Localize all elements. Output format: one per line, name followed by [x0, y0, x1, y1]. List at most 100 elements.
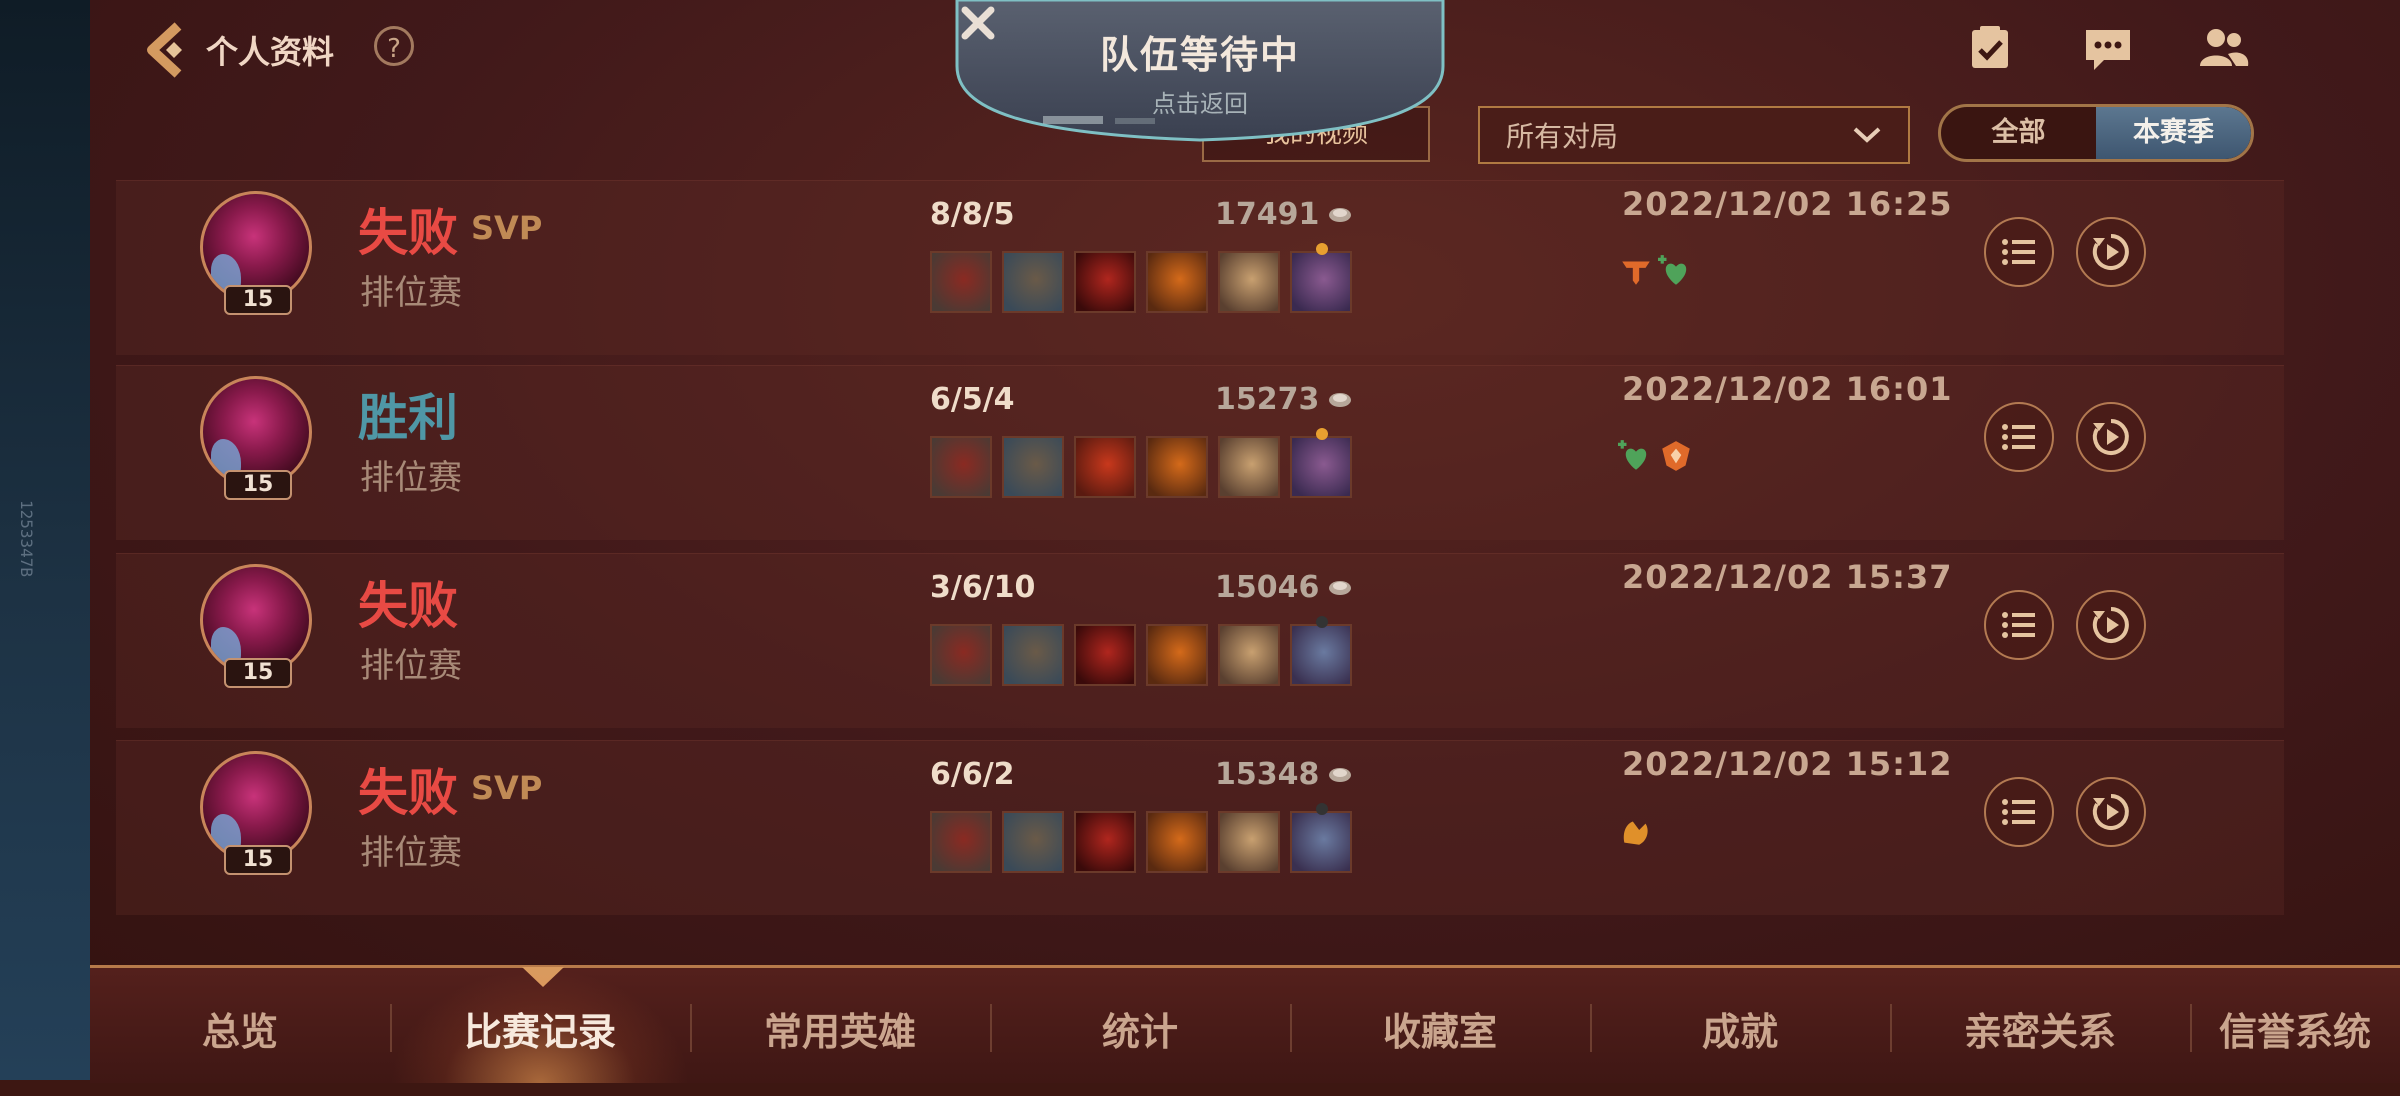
- legendary-marker-icon: [1316, 616, 1328, 628]
- equipment-item-icon[interactable]: [1146, 811, 1208, 873]
- equipment-item-icon[interactable]: [1218, 624, 1280, 686]
- bottom-nav: 总览 比赛记录 常用英雄 统计 收藏室 成就 亲密关系 信誉系统: [90, 965, 2400, 1083]
- legendary-marker-icon: [1316, 428, 1328, 440]
- match-time: 2022/12/02 15:37: [1622, 558, 1953, 596]
- replay-icon: [2092, 794, 2129, 830]
- list-icon: [2002, 239, 2035, 265]
- gold-amount: 15046: [1215, 570, 1353, 605]
- gold-value: 15348: [1215, 757, 1320, 792]
- list-icon: [2002, 424, 2035, 450]
- equipment-item-icon[interactable]: [930, 251, 992, 313]
- match-detail-button[interactable]: [1984, 590, 2054, 660]
- badge-list: [1618, 253, 1694, 289]
- heal-badge-icon: [1658, 255, 1687, 285]
- match-mode: 排位赛: [360, 833, 462, 873]
- friends-icon[interactable]: [2198, 22, 2250, 74]
- equipment-item-icon[interactable]: [1146, 436, 1208, 498]
- coin-icon: [1329, 767, 1352, 782]
- equipment-item-icon[interactable]: [1002, 811, 1064, 873]
- chat-icon[interactable]: [2082, 22, 2134, 74]
- svp-badge: SVP: [471, 209, 543, 247]
- tab-collection[interactable]: 收藏室: [1290, 968, 1590, 1083]
- equipment-item-icon[interactable]: [1002, 436, 1064, 498]
- match-detail-button[interactable]: [1984, 402, 2054, 472]
- kda-text: 6/5/4: [930, 382, 1015, 417]
- equipment-item-icon[interactable]: [1002, 624, 1064, 686]
- segment-all[interactable]: 全部: [1941, 107, 2096, 159]
- back-arrow-icon: [147, 22, 182, 78]
- equipment-item-icon[interactable]: [1002, 251, 1064, 313]
- equipment-item-icon[interactable]: [1146, 624, 1208, 686]
- team-popup-title: 队伍等待中: [1099, 33, 1300, 77]
- equipment-list: [930, 428, 1352, 498]
- replay-button[interactable]: [2076, 777, 2146, 847]
- equipment-item-icon[interactable]: [930, 811, 992, 873]
- replay-button[interactable]: [2076, 217, 2146, 287]
- match-mode: 排位赛: [360, 646, 462, 686]
- kda-text: 6/6/2: [930, 757, 1015, 792]
- left-edge-strip: 1253347B: [0, 0, 90, 1080]
- replay-icon: [2092, 419, 2129, 455]
- match-result: 胜利: [358, 389, 458, 447]
- match-time: 2022/12/02 15:12: [1622, 745, 1953, 783]
- tab-common-heroes[interactable]: 常用英雄: [690, 968, 990, 1083]
- tab-match-history[interactable]: 比赛记录: [390, 968, 690, 1083]
- season-toggle[interactable]: 全部 本赛季: [1938, 104, 2254, 162]
- match-row[interactable]: 15 失败 排位赛 3/6/10 15046 2022/12/02 15:37: [116, 553, 2284, 728]
- badge-list: [1618, 813, 1654, 849]
- equipment-item-icon[interactable]: [1146, 251, 1208, 313]
- tab-overview[interactable]: 总览: [90, 968, 390, 1083]
- kda-text: 8/8/5: [930, 197, 1015, 232]
- equipment-item-icon[interactable]: [1290, 243, 1352, 313]
- equipment-item-icon[interactable]: [1074, 436, 1136, 498]
- match-filter-dropdown[interactable]: 所有对局: [1478, 106, 1910, 164]
- replay-button[interactable]: [2076, 402, 2146, 472]
- match-detail-button[interactable]: [1984, 217, 2054, 287]
- equipment-item-icon[interactable]: [1290, 803, 1352, 873]
- match-row[interactable]: 15 胜利 排位赛 6/5/4 15273 2022/12/02 16:01: [116, 365, 2284, 540]
- match-mode: 排位赛: [360, 273, 462, 313]
- match-row[interactable]: 15 失败 SVP 排位赛 6/6/2 15348 2022/12/02 15:…: [116, 740, 2284, 915]
- equipment-item-icon[interactable]: [1218, 436, 1280, 498]
- task-checklist-icon[interactable]: [1964, 22, 2016, 74]
- equipment-item-icon[interactable]: [1074, 811, 1136, 873]
- match-result: 失败: [358, 204, 458, 262]
- segment-season[interactable]: 本赛季: [2096, 107, 2251, 159]
- equipment-item-icon[interactable]: [1218, 251, 1280, 313]
- back-button[interactable]: 个人资料: [140, 20, 334, 80]
- team-popup-subtitle[interactable]: 点击返回: [955, 84, 1445, 119]
- shield-badge-icon: [1662, 441, 1690, 471]
- list-icon: [2002, 799, 2035, 825]
- gold-value: 15046: [1215, 570, 1320, 605]
- team-waiting-popup[interactable]: 队伍等待中 点击返回: [955, 0, 1445, 142]
- coin-icon: [1329, 392, 1352, 407]
- list-icon: [2002, 612, 2035, 638]
- tab-credit-system[interactable]: 信誉系统: [2190, 968, 2400, 1083]
- gold-amount: 15273: [1215, 382, 1353, 417]
- equipment-item-icon[interactable]: [930, 436, 992, 498]
- tab-statistics[interactable]: 统计: [990, 968, 1290, 1083]
- equipment-item-icon[interactable]: [1290, 616, 1352, 686]
- tab-intimacy[interactable]: 亲密关系: [1890, 968, 2190, 1083]
- legendary-marker-icon: [1316, 803, 1328, 815]
- match-mode: 排位赛: [360, 458, 462, 498]
- legendary-marker-icon: [1316, 243, 1328, 255]
- equipment-item-icon[interactable]: [1074, 624, 1136, 686]
- hero-level-badge: 15: [224, 845, 292, 875]
- match-detail-button[interactable]: [1984, 777, 2054, 847]
- equipment-item-icon[interactable]: [1290, 428, 1352, 498]
- svp-badge: SVP: [471, 769, 543, 807]
- equipment-list: [930, 803, 1352, 873]
- help-button[interactable]: ?: [374, 26, 414, 66]
- coin-icon: [1329, 580, 1352, 595]
- equipment-item-icon[interactable]: [1074, 251, 1136, 313]
- replay-button[interactable]: [2076, 590, 2146, 660]
- heal-badge-icon: [1618, 440, 1647, 470]
- dropdown-value: 所有对局: [1506, 120, 1619, 153]
- equipment-item-icon[interactable]: [1218, 811, 1280, 873]
- close-icon[interactable]: [955, 0, 1001, 46]
- match-row[interactable]: 15 失败 SVP 排位赛 8/8/5 17491 2022/12/02 16:…: [116, 180, 2284, 355]
- tab-achievements[interactable]: 成就: [1590, 968, 1890, 1083]
- equipment-list: [930, 243, 1352, 313]
- equipment-item-icon[interactable]: [930, 624, 992, 686]
